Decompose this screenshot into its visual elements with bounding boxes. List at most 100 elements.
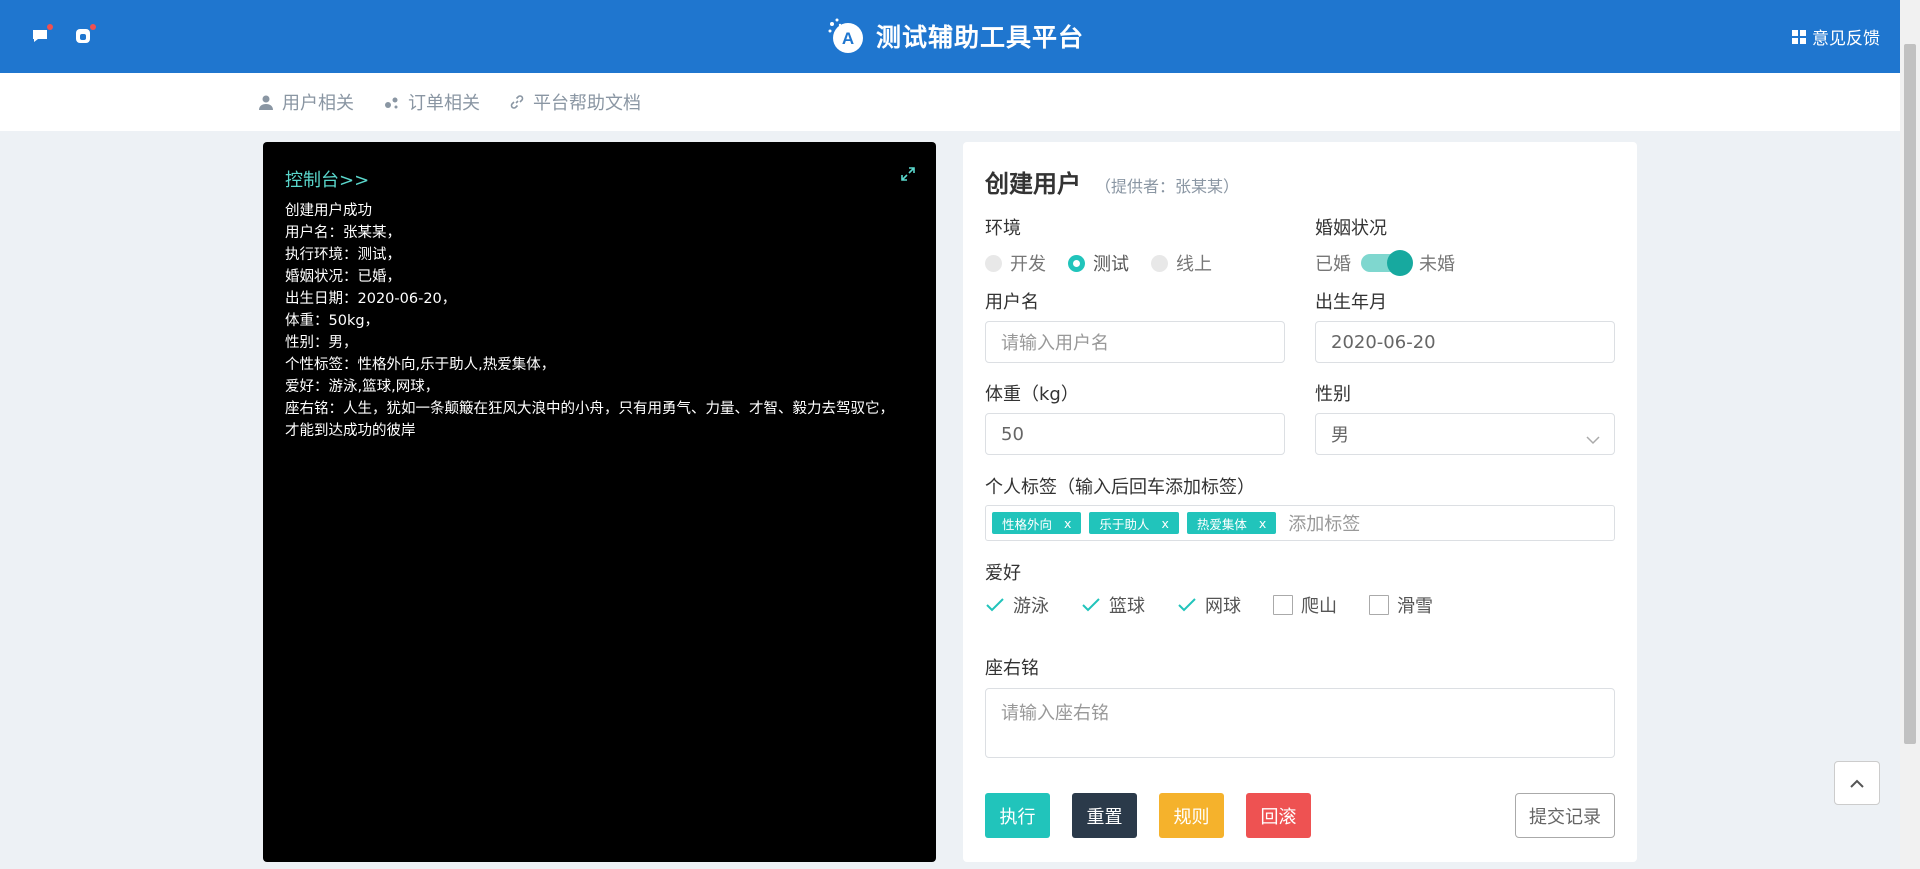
username-input[interactable]: 请输入用户名 — [985, 321, 1285, 363]
check-icon — [1081, 595, 1101, 615]
order-icon — [385, 97, 398, 109]
nav-item-label: 用户相关 — [282, 93, 354, 114]
console-line: 出生日期：2020-06-20， — [285, 291, 457, 307]
rollback-button[interactable]: 回滚 — [1246, 793, 1311, 838]
tags-input[interactable]: 性格外向 x 乐于助人 x 热爱集体 x 添加标签 — [985, 505, 1615, 541]
hobby-checkbox-basketball[interactable]: 篮球 — [1081, 592, 1145, 618]
nav-item-order[interactable]: 订单相关 — [384, 89, 480, 115]
check-icon — [1177, 595, 1197, 615]
user-icon — [259, 95, 273, 110]
console-line: 婚姻状况：已婚， — [285, 269, 401, 285]
tag-chip: 乐于助人 x — [1089, 512, 1179, 534]
console-line: 性别：男， — [285, 335, 358, 351]
tag-text: 性格外向 — [1002, 516, 1053, 532]
provider-note: （提供者：张某某） — [1095, 177, 1240, 196]
form-title: 创建用户 — [985, 170, 1081, 198]
hobby-checkbox-tennis[interactable]: 网球 — [1177, 592, 1241, 618]
gender-label: 性别 — [1315, 384, 1351, 405]
link-icon — [510, 95, 524, 109]
birth-date-input[interactable]: 2020-06-20 — [1315, 321, 1615, 363]
back-to-top-button[interactable] — [1834, 761, 1880, 805]
console-line: 体重：50kg， — [285, 313, 380, 329]
console-line: 爱好：游泳,篮球,网球， — [285, 379, 440, 395]
console-output: 创建用户成功 用户名：张某某， 执行环境：测试， 婚姻状况：已婚， 出生日期：2… — [285, 200, 925, 442]
grid-icon — [1792, 29, 1806, 44]
tag-remove-button[interactable]: x — [1064, 516, 1071, 531]
svg-text:A: A — [842, 29, 854, 48]
tag-chip: 性格外向 x — [992, 512, 1082, 534]
console-panel: 控制台>> 创建用户成功 用户名：张某某， 执行环境：测试， 婚姻状况：已婚， … — [263, 142, 936, 862]
marriage-label: 婚姻状况 — [1315, 218, 1387, 239]
nav-item-label: 订单相关 — [408, 93, 480, 114]
env-radio-group: 开发 测试 线上 — [985, 250, 1212, 276]
console-line: 创建用户成功 — [285, 203, 372, 219]
motto-label: 座右铭 — [985, 658, 1039, 679]
weight-input[interactable]: 50 — [985, 413, 1285, 455]
nav-item-user[interactable]: 用户相关 — [258, 89, 354, 115]
tags-label: 个人标签（输入后回车添加标签） — [985, 477, 1255, 498]
hobby-checkbox-skiing[interactable]: 滑雪 — [1369, 592, 1433, 618]
console-line: 执行环境：测试， — [285, 247, 401, 263]
checkbox-label: 网球 — [1205, 596, 1241, 617]
reset-button[interactable]: 重置 — [1072, 793, 1137, 838]
gender-select[interactable]: 男 — [1315, 413, 1615, 455]
expand-icon[interactable] — [900, 166, 916, 186]
tag-add-placeholder[interactable]: 添加标签 — [1288, 510, 1360, 536]
tag-text: 热爱集体 — [1196, 516, 1247, 532]
tag-chip: 热爱集体 x — [1186, 512, 1277, 534]
rules-button[interactable]: 规则 — [1159, 793, 1224, 838]
checkbox-box — [1369, 595, 1389, 615]
chevron-up-icon — [1850, 779, 1864, 788]
top-header: A 测试辅助工具平台 意见反馈 — [0, 0, 1900, 73]
app-title: 测试辅助工具平台 — [876, 23, 1085, 52]
tag-remove-button[interactable]: x — [1259, 516, 1266, 531]
brand[interactable]: A 测试辅助工具平台 — [826, 14, 1084, 58]
birth-label: 出生年月 — [1315, 292, 1387, 313]
weight-label: 体重（kg） — [985, 384, 1079, 405]
console-line: 座右铭：人生，犹如一条颠簸在狂风大浪中的小舟，只有用勇气、力量、才智、毅力去驾驭… — [285, 401, 894, 417]
console-line: 才能到达成功的彼岸 — [285, 423, 416, 439]
form-header: 创建用户 （提供者：张某某） — [985, 164, 1239, 199]
feedback-label: 意见反馈 — [1812, 29, 1880, 49]
message-icon[interactable] — [29, 24, 53, 47]
scrollbar-thumb[interactable] — [1904, 44, 1916, 744]
hobby-checkbox-group: 游泳 篮球 网球 爬山 滑雪 — [985, 592, 1433, 618]
marriage-toggle[interactable] — [1361, 250, 1413, 276]
submit-history-button[interactable]: 提交记录 — [1515, 793, 1615, 838]
gender-value: 男 — [1331, 425, 1349, 446]
checkbox-label: 滑雪 — [1397, 596, 1433, 617]
env-label: 环境 — [985, 218, 1021, 239]
console-title: 控制台>> — [285, 170, 370, 191]
username-label: 用户名 — [985, 292, 1039, 313]
nav-item-help[interactable]: 平台帮助文档 — [509, 89, 641, 115]
logo-icon: A — [826, 16, 866, 56]
env-radio-dev[interactable]: 开发 — [985, 250, 1046, 276]
motto-textarea[interactable]: 请输入座右铭 — [985, 688, 1615, 758]
radio-label: 开发 — [1010, 254, 1046, 275]
nav-bar: 用户相关 订单相关 平台帮助文档 — [0, 73, 1900, 131]
run-button[interactable]: 执行 — [985, 793, 1050, 838]
env-radio-prod[interactable]: 线上 — [1151, 250, 1212, 276]
radio-label: 测试 — [1093, 254, 1129, 275]
env-radio-test[interactable]: 测试 — [1068, 250, 1129, 276]
checkbox-label: 游泳 — [1013, 596, 1049, 617]
page-scrollbar[interactable] — [1900, 0, 1920, 869]
console-line: 用户名：张某某， — [285, 225, 401, 241]
github-icon[interactable] — [72, 24, 96, 47]
marriage-left-label: 已婚 — [1315, 254, 1351, 275]
feedback-link[interactable]: 意见反馈 — [1792, 24, 1880, 49]
hobby-checkbox-swim[interactable]: 游泳 — [985, 592, 1049, 618]
check-icon — [985, 595, 1005, 615]
chevron-down-icon — [1586, 429, 1600, 450]
checkbox-label: 篮球 — [1109, 596, 1145, 617]
tag-text: 乐于助人 — [1099, 516, 1150, 532]
create-user-form: 创建用户 （提供者：张某某） 环境 开发 测试 线上 婚姻状况 已婚 未婚 用户… — [963, 142, 1637, 862]
hobby-label: 爱好 — [985, 563, 1021, 584]
marriage-toggle-row: 已婚 未婚 — [1315, 250, 1455, 276]
radio-label: 线上 — [1176, 254, 1212, 275]
hobby-checkbox-climbing[interactable]: 爬山 — [1273, 592, 1337, 618]
checkbox-label: 爬山 — [1301, 596, 1337, 617]
nav-item-label: 平台帮助文档 — [533, 93, 641, 114]
tag-remove-button[interactable]: x — [1161, 516, 1168, 531]
console-line: 个性标签：性格外向,乐于助人,热爱集体， — [285, 357, 556, 373]
